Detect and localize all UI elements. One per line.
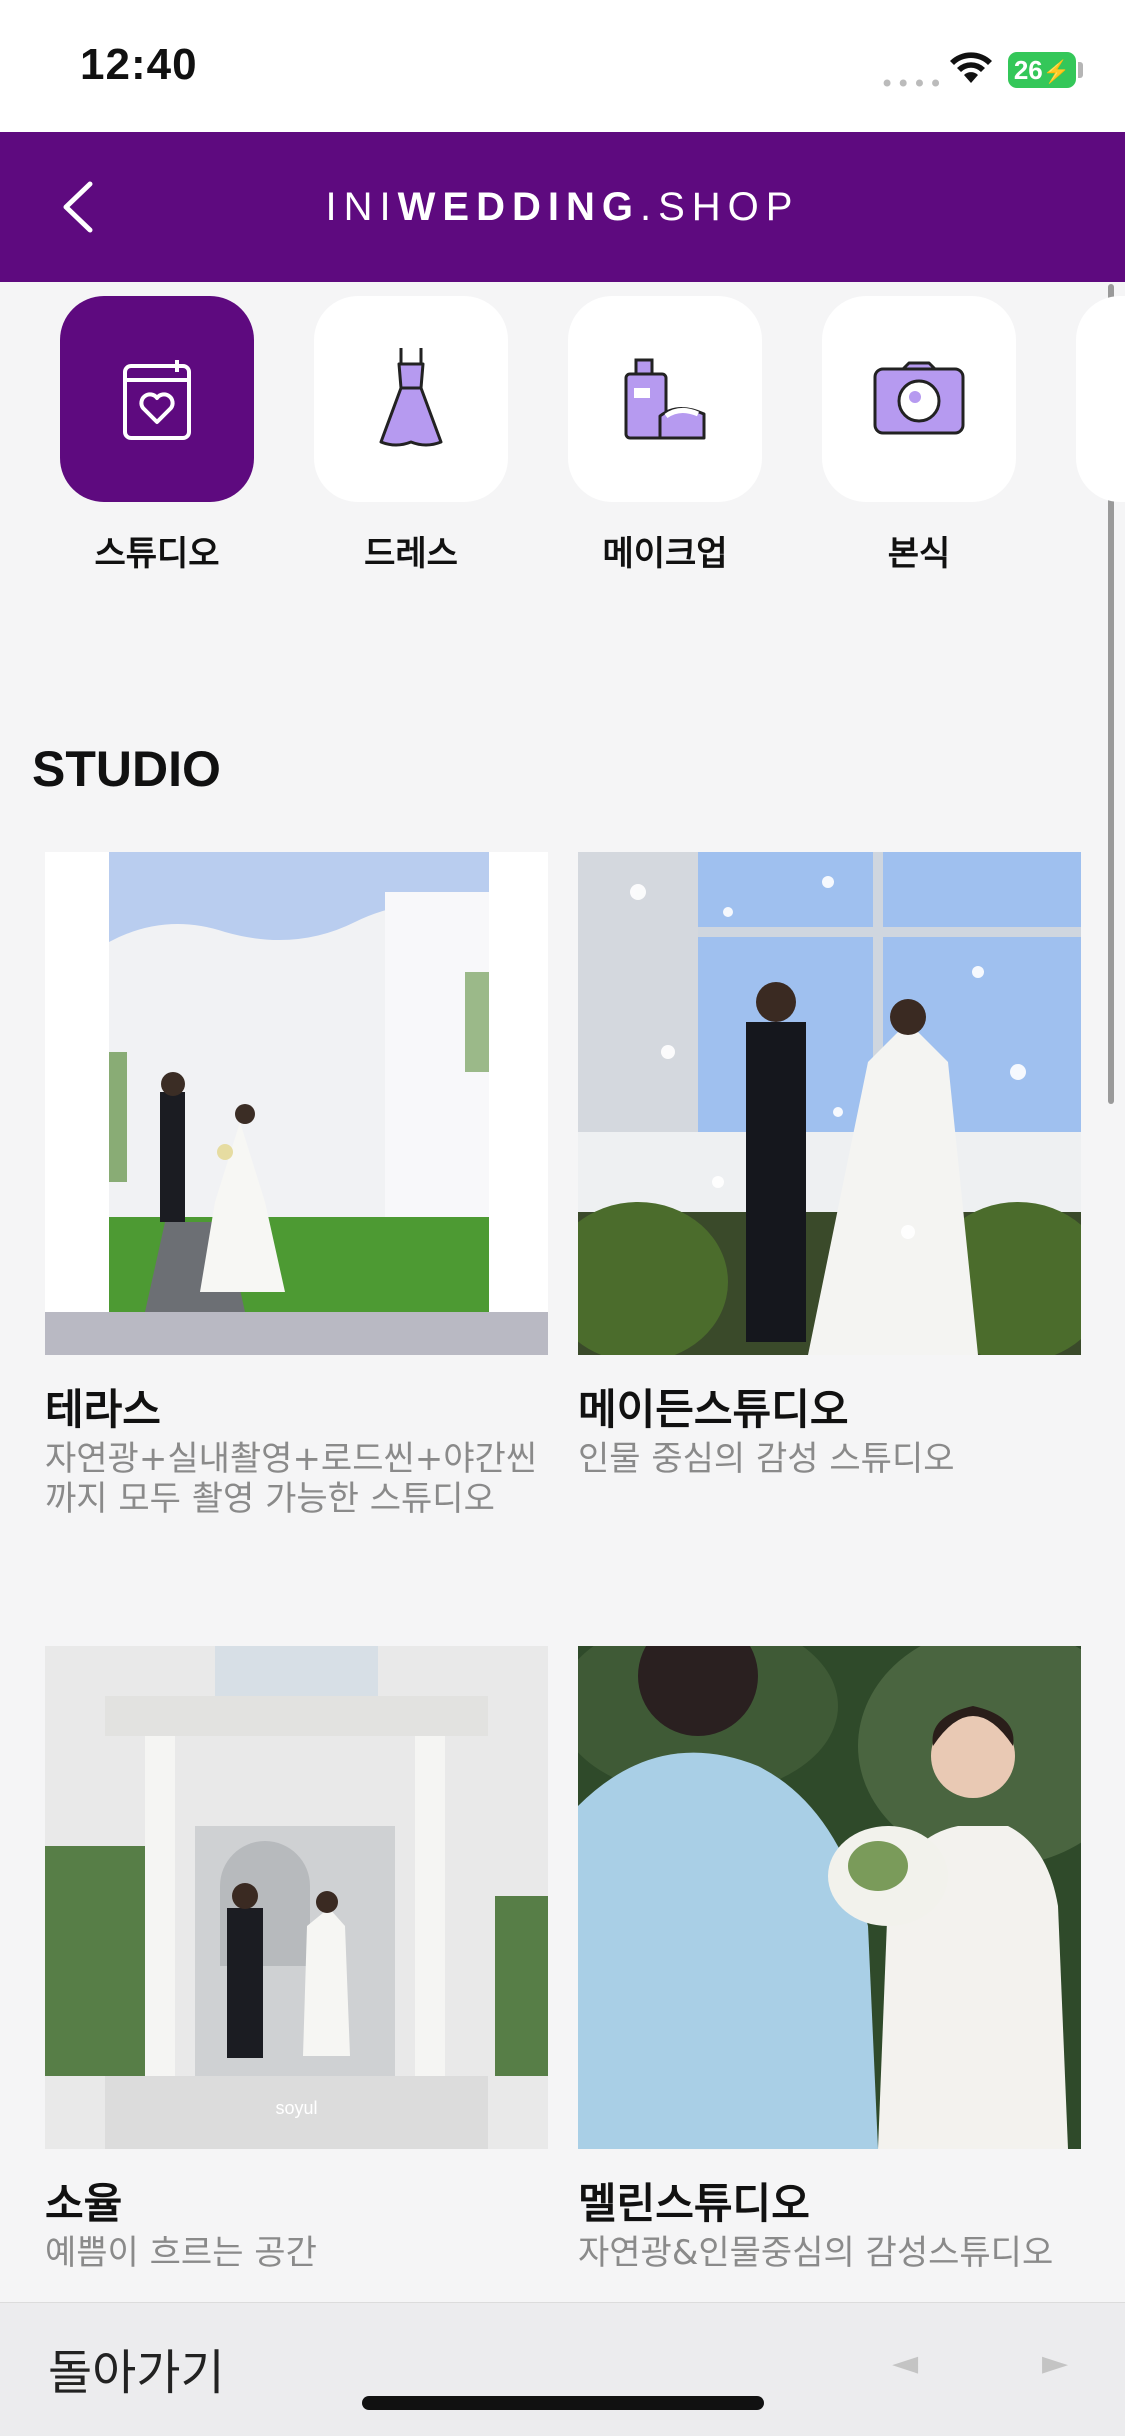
studio-description: 인물 중심의 감성 스튜디오 bbox=[578, 1439, 955, 1479]
category-tile[interactable] bbox=[1076, 296, 1125, 502]
home-indicator[interactable] bbox=[362, 2396, 764, 2410]
brand-part-2: WEDDING bbox=[397, 185, 640, 229]
wifi-icon bbox=[950, 52, 992, 83]
battery-tip bbox=[1078, 62, 1083, 78]
brand-logo: INIWEDDING.SHOP bbox=[0, 132, 1125, 282]
studio-name: 소율 bbox=[45, 2179, 123, 2228]
studio-name: 메이든스튜디오 bbox=[578, 1385, 849, 1434]
studio-card[interactable]: soyul 소율 예쁨이 흐르는 공간 bbox=[45, 1646, 548, 2273]
studio-photo[interactable]: soyul bbox=[45, 1646, 548, 2149]
status-time: 12:40 bbox=[80, 40, 198, 89]
prev-arrow-icon[interactable]: ◄ bbox=[892, 2343, 918, 2383]
studio-card[interactable]: 테라스 자연광+실내촬영+로드씬+야간씬까지 모두 촬영 가능한 스튜디오 bbox=[45, 852, 548, 1519]
category-ceremony[interactable]: 본식 bbox=[822, 296, 1016, 575]
bottom-toolbar: 돌아가기 ◄ ► bbox=[0, 2302, 1125, 2436]
signal-icon: •••• bbox=[880, 70, 945, 98]
back-arrow-icon[interactable] bbox=[50, 172, 120, 242]
section-title: STUDIO bbox=[32, 741, 221, 797]
studio-card[interactable]: 메이든스튜디오 인물 중심의 감성 스튜디오 bbox=[578, 852, 1081, 1479]
battery-icon: 26⚡ bbox=[1008, 52, 1076, 88]
brand-part-1: INI bbox=[325, 185, 398, 229]
studio-photo[interactable] bbox=[45, 852, 548, 1355]
studio-photo-merlin bbox=[578, 1646, 1081, 2149]
next-arrow-icon[interactable]: ► bbox=[1042, 2343, 1068, 2383]
studio-photo-soyul bbox=[45, 1646, 548, 2149]
photo-watermark: soyul bbox=[275, 2098, 318, 2118]
studio-photo-maiden bbox=[578, 852, 1081, 1355]
app-header: INIWEDDING.SHOP bbox=[0, 132, 1125, 282]
studio-name: 멜린스튜디오 bbox=[578, 2179, 810, 2228]
category-label: 드레스 bbox=[364, 534, 458, 574]
calendar-heart-icon bbox=[123, 360, 191, 440]
category-dress[interactable]: 드레스 bbox=[314, 296, 508, 575]
category-studio[interactable]: 스튜디오 bbox=[60, 296, 254, 575]
studio-description: 자연광&인물중심의 감성스튜디오 bbox=[578, 2233, 1054, 2273]
studio-photo[interactable] bbox=[578, 852, 1081, 1355]
battery-level: 26 bbox=[1013, 55, 1043, 85]
dress-icon bbox=[379, 348, 443, 447]
studio-card[interactable]: 멜린스튜디오 자연광&인물중심의 감성스튜디오 bbox=[578, 1646, 1081, 2273]
studio-description: 자연광+실내촬영+로드씬+야간씬까지 모두 촬영 가능한 스튜디오 bbox=[45, 1439, 538, 1519]
category-tile[interactable] bbox=[314, 296, 508, 502]
studio-photo[interactable] bbox=[578, 1646, 1081, 2149]
studio-description: 예쁨이 흐르는 공간 bbox=[45, 2233, 317, 2273]
category-tile[interactable] bbox=[60, 296, 254, 502]
camera-icon bbox=[873, 361, 965, 435]
category-label: 본식 bbox=[887, 534, 951, 574]
status-bar: 12:40 •••• 26⚡ bbox=[0, 0, 1125, 132]
makeup-icon bbox=[624, 358, 706, 440]
category-row: 스튜디오 드레스 메이크업 본식 bbox=[0, 296, 1125, 586]
category-label: 메이크업 bbox=[602, 534, 728, 574]
category-label: 스튜디오 bbox=[94, 534, 220, 574]
category-partial[interactable] bbox=[1076, 296, 1125, 502]
category-makeup[interactable]: 메이크업 bbox=[568, 296, 762, 575]
studio-name: 테라스 bbox=[45, 1385, 161, 1434]
back-link[interactable]: 돌아가기 bbox=[48, 2333, 225, 2403]
brand-part-3: .SHOP bbox=[639, 185, 800, 229]
category-tile[interactable] bbox=[568, 296, 762, 502]
category-tile[interactable] bbox=[822, 296, 1016, 502]
studio-photo-terrace bbox=[45, 852, 548, 1355]
